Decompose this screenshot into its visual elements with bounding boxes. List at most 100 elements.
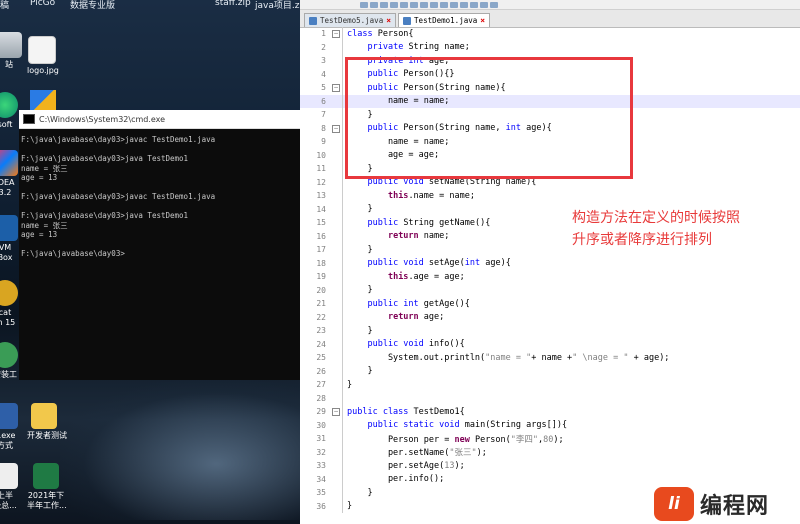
terminal-icon [23, 114, 35, 124]
replace-icon[interactable] [420, 1, 428, 8]
cmd-output[interactable]: F:\java\javabase\day03>javac TestDemo1.j… [19, 129, 300, 265]
code-token: this [387, 271, 409, 282]
code-text: public class TestDemo1{ [343, 407, 465, 417]
doc-file-icon[interactable]: 上半 级总... [0, 463, 20, 511]
watermark-text: 编程网 [700, 494, 770, 519]
save-icon[interactable] [380, 1, 388, 8]
code-token: per.setName( [347, 448, 450, 459]
line-number: 22 [316, 312, 326, 322]
new-file-icon[interactable] [360, 1, 368, 8]
code-line[interactable]: 1− class Person{ [300, 27, 800, 41]
code-line[interactable]: 24 public void info(){ [300, 337, 800, 351]
line-number: 36 [316, 501, 326, 511]
code-line[interactable]: 34 per.info(); [300, 472, 800, 486]
code-line[interactable]: 20 } [300, 283, 800, 297]
code-line[interactable]: 19 this.age = age; [300, 270, 800, 284]
code-token: return [387, 231, 424, 242]
line-number: 15 [316, 218, 326, 228]
line-number: 1 [321, 29, 326, 39]
line-number: 35 [316, 488, 326, 498]
java-file-icon [403, 16, 412, 25]
code-token: "李四" [510, 434, 539, 445]
fold-toggle-icon[interactable]: − [332, 408, 340, 416]
code-token: String name; [408, 42, 470, 53]
code-token: main(String args[]){ [464, 420, 568, 431]
line-number: 21 [316, 299, 326, 309]
zoom-out-icon[interactable] [440, 1, 448, 8]
code-editor[interactable]: TestDemo5.java × TestDemo1.java × 1− clas… [300, 0, 800, 524]
code-line[interactable]: 23 } [300, 324, 800, 338]
redo-icon[interactable] [400, 1, 408, 8]
code-line[interactable]: 25 System.out.println("name = "+ name +"… [300, 351, 800, 365]
sync-icon[interactable] [450, 1, 458, 8]
line-number: 25 [316, 353, 326, 363]
desktop-top-label[interactable]: 稿 [0, 0, 9, 11]
code-line[interactable]: 13 this.name = name; [300, 189, 800, 203]
code-line[interactable]: 26 } [300, 364, 800, 378]
code-token: new [454, 434, 475, 445]
code-line[interactable]: 28 [300, 391, 800, 405]
code-line[interactable]: 18 public void setAge(int age){ [300, 256, 800, 270]
desktop-top-label[interactable]: PicGo [30, 0, 55, 8]
tab-testdemo5[interactable]: TestDemo5.java × [304, 13, 397, 27]
close-icon[interactable]: × [480, 16, 485, 25]
tab-testdemo1[interactable]: TestDemo1.java × [398, 13, 491, 27]
fold-toggle-icon[interactable]: − [332, 30, 340, 38]
desktop-top-label[interactable]: staff.zip [215, 0, 251, 8]
excel-file-icon[interactable]: 2021年下 半年工作... [27, 463, 67, 511]
find-icon[interactable] [410, 1, 418, 8]
fold-toggle-icon[interactable]: − [332, 84, 340, 92]
recycle-bin-icon[interactable]: 站 [0, 32, 24, 70]
code-line[interactable]: 29− public class TestDemo1{ [300, 405, 800, 419]
code-token: private [367, 42, 409, 53]
fold-gutter: − [330, 81, 343, 95]
desktop-top-label[interactable]: 数据专业版 [70, 0, 115, 11]
code-line[interactable]: 2 private String name; [300, 40, 800, 54]
code-token: public int [367, 298, 424, 309]
code-token: return [387, 312, 424, 323]
fold-gutter [330, 256, 343, 270]
close-icon[interactable]: × [386, 16, 391, 25]
code-line[interactable]: 22 return age; [300, 310, 800, 324]
app-cube-icon[interactable] [30, 90, 56, 112]
fold-gutter: − [330, 405, 343, 419]
desktop-top-label[interactable]: java项目.zip [255, 0, 300, 11]
zoom-in-icon[interactable] [430, 1, 438, 8]
code-line[interactable]: 32 per.setName("张三"); [300, 445, 800, 459]
indent-icon[interactable] [470, 1, 478, 8]
code-token: ); [454, 460, 465, 471]
virtualbox-icon[interactable]: VM Box [0, 215, 20, 263]
wrap-icon[interactable] [460, 1, 468, 8]
tomcat-icon[interactable]: cat m 15 [0, 280, 20, 328]
dev-tool-icon[interactable]: 安装工 [0, 342, 20, 380]
play-icon[interactable] [490, 1, 498, 8]
undo-icon[interactable] [390, 1, 398, 8]
fold-gutter [330, 229, 343, 243]
code-text: System.out.println("name = "+ name +" \n… [343, 353, 670, 363]
microsoft-edge-icon[interactable]: soft [0, 92, 20, 130]
code-line[interactable]: 21 public int getAge(){ [300, 297, 800, 311]
code-text: } [343, 501, 352, 511]
record-icon[interactable] [480, 1, 488, 8]
line-number: 3 [321, 56, 326, 66]
code-line[interactable]: 30 public static void main(String args[]… [300, 418, 800, 432]
cmd-window[interactable]: C:\Windows\System32\cmd.exe F:\java\java… [19, 110, 300, 380]
exe-file-icon[interactable]: s.exe 方式 [0, 403, 20, 451]
open-file-icon[interactable] [370, 1, 378, 8]
cmd-titlebar[interactable]: C:\Windows\System32\cmd.exe [19, 110, 300, 129]
code-line[interactable]: 27} [300, 378, 800, 392]
intellij-idea-icon[interactable]: IDEA 3.2 [0, 150, 20, 198]
code-line[interactable]: 33 per.setAge(13); [300, 459, 800, 473]
logo-file-icon[interactable]: logo.jpg [27, 36, 59, 76]
code-token: String getName(){ [403, 217, 491, 228]
code-token: TestDemo1{ [413, 406, 465, 417]
code-line[interactable]: 31 Person per = new Person("李四",80); [300, 432, 800, 446]
fold-gutter [330, 432, 343, 446]
folder-icon[interactable]: 开发者测试 [27, 403, 67, 441]
fold-toggle-icon[interactable]: − [332, 124, 340, 133]
code-text: public static void main(String args[]){ [343, 420, 567, 430]
line-number: 9 [321, 137, 326, 147]
